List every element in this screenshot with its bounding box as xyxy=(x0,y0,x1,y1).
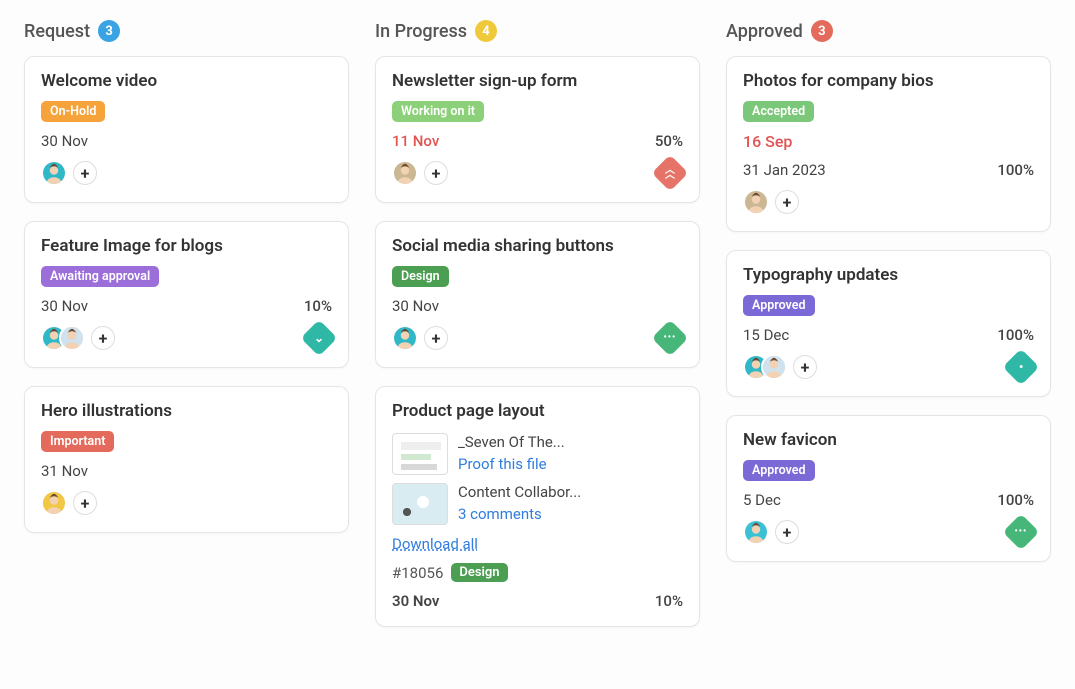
add-assignee-button[interactable]: + xyxy=(424,326,448,350)
column-title: Approved xyxy=(726,21,803,42)
status-tag: Important xyxy=(41,431,114,452)
task-progress: 100% xyxy=(997,326,1034,344)
task-title: Newsletter sign-up form xyxy=(392,71,683,91)
add-assignee-button[interactable]: + xyxy=(793,355,817,379)
task-title: Product page layout xyxy=(392,401,683,421)
task-date: 31 Jan 2023 xyxy=(743,161,826,179)
attachment-name: _Seven Of The... xyxy=(458,433,565,451)
attachment-thumbnail xyxy=(392,483,448,525)
task-card[interactable]: Hero illustrations Important 31 Nov + xyxy=(24,386,349,533)
attachment-thumbnail xyxy=(392,433,448,475)
task-assignees: + xyxy=(41,325,115,351)
task-assignees: + xyxy=(41,490,97,516)
task-card[interactable]: Feature Image for blogs Awaiting approva… xyxy=(24,221,349,368)
avatar[interactable] xyxy=(392,160,418,186)
task-title: Typography updates xyxy=(743,265,1034,285)
attachment-name: Content Collabor... xyxy=(458,483,581,501)
task-assignees: + xyxy=(743,189,799,215)
attachment-action-link[interactable]: Proof this file xyxy=(458,455,565,473)
column-approved: Approved 3 Photos for company bios Accep… xyxy=(726,20,1051,645)
task-progress: 100% xyxy=(997,491,1034,509)
task-attachments: _Seven Of The... Proof this file Content… xyxy=(392,433,683,525)
task-title: Photos for company bios xyxy=(743,71,1034,91)
attachment-row[interactable]: _Seven Of The... Proof this file xyxy=(392,433,683,475)
status-tag: Approved xyxy=(743,460,815,481)
column-header: In Progress 4 xyxy=(375,20,700,42)
status-tag: Accepted xyxy=(743,101,814,122)
add-assignee-button[interactable]: + xyxy=(91,326,115,350)
avatar[interactable] xyxy=(743,189,769,215)
avatar[interactable] xyxy=(392,325,418,351)
task-assignees: + xyxy=(392,160,448,186)
status-tag: Working on it xyxy=(392,101,484,122)
task-title: Feature Image for blogs xyxy=(41,236,332,256)
column-in-progress: In Progress 4 Newsletter sign-up form Wo… xyxy=(375,20,700,645)
priority-icon[interactable]: ••• xyxy=(1003,514,1040,551)
status-tag: Awaiting approval xyxy=(41,266,159,287)
priority-icon[interactable]: ︿︿ xyxy=(652,155,689,192)
task-assignees: + xyxy=(743,354,817,380)
task-card[interactable]: Welcome video On-Hold 30 Nov + xyxy=(24,56,349,203)
task-date: 30 Nov xyxy=(41,297,88,315)
task-date: 31 Nov xyxy=(41,462,88,480)
task-card[interactable]: Product page layout _Seven Of The... Pro… xyxy=(375,386,700,627)
column-count-badge: 4 xyxy=(475,20,497,42)
task-title: New favicon xyxy=(743,430,1034,450)
task-assignees: + xyxy=(41,160,97,186)
task-title: Hero illustrations xyxy=(41,401,332,421)
task-progress: 100% xyxy=(997,161,1034,179)
task-date: 15 Dec xyxy=(743,326,789,344)
avatar[interactable] xyxy=(761,354,787,380)
avatar[interactable] xyxy=(41,490,67,516)
task-date-overdue: 16 Sep xyxy=(743,132,1034,151)
column-request: Request 3 Welcome video On-Hold 30 Nov +… xyxy=(24,20,349,645)
avatar[interactable] xyxy=(41,160,67,186)
avatar[interactable] xyxy=(743,519,769,545)
add-assignee-button[interactable]: + xyxy=(73,161,97,185)
task-assignees: + xyxy=(392,325,448,351)
attachment-action-link[interactable]: 3 comments xyxy=(458,505,581,523)
status-tag: On-Hold xyxy=(41,101,105,122)
task-title: Welcome video xyxy=(41,71,332,91)
add-assignee-button[interactable]: + xyxy=(775,520,799,544)
add-assignee-button[interactable]: + xyxy=(424,161,448,185)
add-assignee-button[interactable]: + xyxy=(775,190,799,214)
status-tag: Approved xyxy=(743,295,815,316)
status-tag: Design xyxy=(392,266,449,287)
column-title: In Progress xyxy=(375,21,467,42)
avatar[interactable] xyxy=(59,325,85,351)
download-all-link[interactable]: Download all xyxy=(392,535,478,553)
column-count-badge: 3 xyxy=(811,20,833,42)
task-progress: 10% xyxy=(304,297,332,315)
column-header: Request 3 xyxy=(24,20,349,42)
column-count-badge: 3 xyxy=(98,20,120,42)
task-card[interactable]: Photos for company bios Accepted 16 Sep … xyxy=(726,56,1051,232)
priority-icon[interactable]: ••• xyxy=(652,320,689,357)
kanban-board: Request 3 Welcome video On-Hold 30 Nov +… xyxy=(24,20,1051,645)
task-card[interactable]: Newsletter sign-up form Working on it 11… xyxy=(375,56,700,203)
task-id: #18056 xyxy=(392,564,443,582)
column-title: Request xyxy=(24,21,90,42)
attachment-row[interactable]: Content Collabor... 3 comments xyxy=(392,483,683,525)
task-date: 5 Dec xyxy=(743,491,781,509)
priority-icon[interactable]: • xyxy=(1003,349,1040,386)
task-title: Social media sharing buttons xyxy=(392,236,683,256)
status-tag: Design xyxy=(451,563,507,582)
task-progress: 10% xyxy=(655,592,683,610)
task-progress: 50% xyxy=(655,132,683,150)
task-card[interactable]: Social media sharing buttons Design 30 N… xyxy=(375,221,700,368)
add-assignee-button[interactable]: + xyxy=(73,491,97,515)
task-assignees: + xyxy=(743,519,799,545)
column-header: Approved 3 xyxy=(726,20,1051,42)
task-card[interactable]: New favicon Approved 5 Dec 100% + ••• xyxy=(726,415,1051,562)
task-card[interactable]: Typography updates Approved 15 Dec 100% … xyxy=(726,250,1051,397)
priority-icon[interactable]: ⌄ xyxy=(301,320,338,357)
task-date: 30 Nov xyxy=(392,297,439,315)
task-date: 30 Nov xyxy=(41,132,88,150)
task-date: 11 Nov xyxy=(392,132,439,150)
task-date: 30 Nov xyxy=(392,592,439,610)
